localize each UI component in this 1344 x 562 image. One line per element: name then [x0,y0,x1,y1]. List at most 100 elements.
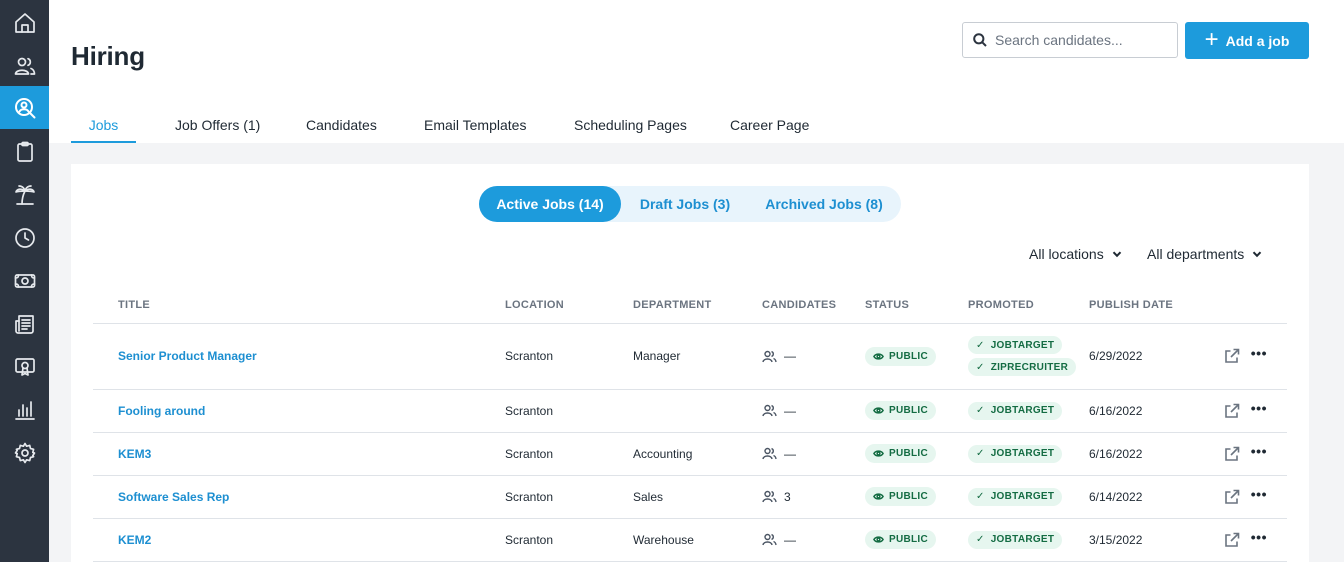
column-header-promoted[interactable]: PROMOTED [968,288,1089,324]
column-header-location[interactable]: LOCATION [505,288,633,324]
table-row[interactable]: KEM2 Scranton Warehouse — PUBLIC ✓ JOBTAR… [93,518,1287,562]
job-status-segmented-control: Active Jobs (14) Draft Jobs (3) Archived… [479,186,901,222]
eye-icon [873,352,884,360]
eye-icon [873,493,884,500]
tab-email-templates[interactable]: Email Templates [424,106,526,143]
sidebar-item-time[interactable] [0,216,49,259]
job-location: Scranton [505,389,633,433]
check-icon: ✓ [976,339,985,351]
external-link-icon[interactable] [1224,403,1240,419]
plus-icon: + [1204,25,1219,53]
check-icon: ✓ [976,361,985,373]
sidebar-item-time-off[interactable] [0,173,49,216]
search-box[interactable] [962,22,1178,58]
promoted-label: JOBTARGET [990,491,1055,502]
tab-job-offers[interactable]: Job Offers (1) [175,106,260,143]
job-title-link[interactable]: Fooling around [118,404,205,418]
column-header-publish-date[interactable]: PUBLISH DATE [1089,288,1201,324]
eye-icon [873,536,884,543]
publish-date: 6/29/2022 [1089,323,1201,390]
status-badge: PUBLIC [865,401,937,420]
sidebar-item-home[interactable] [0,1,49,44]
sidebar-item-clipboard[interactable] [0,130,49,173]
status-badge: PUBLIC [865,487,937,506]
chevron-down-icon [1112,251,1121,258]
more-options-icon[interactable]: ••• [1251,401,1267,415]
sidebar-item-performance[interactable] [0,345,49,388]
row-actions: ••• [1201,444,1287,462]
table-row[interactable]: Fooling around Scranton — PUBLIC ✓ JOBTAR… [93,389,1287,433]
people-icon [762,404,777,417]
people-icon [762,490,777,503]
promoted-list: ✓ JOBTARGET ✓ ZIPRECRUITER [968,336,1089,376]
job-department [633,389,762,433]
column-header-candidates[interactable]: CANDIDATES [762,288,865,324]
column-header-status[interactable]: STATUS [865,288,968,324]
table-row[interactable]: KEM3 Scranton Accounting — PUBLIC ✓ JOBTA… [93,432,1287,476]
job-title-link[interactable]: KEM3 [118,447,151,461]
external-link-icon[interactable] [1224,348,1240,364]
more-options-icon[interactable]: ••• [1251,346,1267,360]
column-header-actions [1201,288,1287,324]
sidebar-item-documents[interactable] [0,302,49,345]
chevron-down-icon [1253,251,1262,258]
sidebar-item-settings[interactable] [0,431,49,474]
table-row[interactable]: Senior Product Manager Scranton Manager … [93,323,1287,390]
publish-date: 6/16/2022 [1089,389,1201,433]
status-badge: PUBLIC [865,444,937,463]
job-location: Scranton [505,323,633,390]
candidates-count-value: — [784,403,796,418]
sidebar-item-people[interactable] [0,44,49,87]
more-options-icon[interactable]: ••• [1251,444,1267,458]
candidates-count[interactable]: — [762,349,865,363]
more-options-icon[interactable]: ••• [1251,487,1267,501]
segment-draft-jobs[interactable]: Draft Jobs (3) [621,186,749,222]
sidebar-item-payroll[interactable] [0,259,49,302]
add-job-button[interactable]: + Add a job [1185,22,1309,59]
candidates-count[interactable]: — [762,404,865,418]
eye-icon [873,450,884,457]
job-title-link[interactable]: Software Sales Rep [118,490,229,504]
sidebar-item-hiring[interactable] [0,86,49,129]
candidates-count[interactable]: — [762,447,865,461]
status-label: PUBLIC [889,448,929,459]
departments-filter-label: All departments [1147,246,1245,262]
check-icon: ✓ [976,405,985,416]
promoted-badge: ✓ ZIPRECRUITER [968,358,1077,376]
job-title-link[interactable]: KEM2 [118,533,151,547]
locations-filter[interactable]: All locations [1029,246,1122,262]
table-row[interactable]: Software Sales Rep Scranton Sales 3 PUBL… [93,475,1287,519]
table-header-row: TITLE LOCATION DEPARTMENT CANDIDATES STA… [93,288,1287,324]
candidates-count[interactable]: — [762,533,865,547]
tab-jobs[interactable]: Jobs [71,106,136,143]
job-department: Sales [633,475,762,519]
job-location: Scranton [505,432,633,476]
departments-filter[interactable]: All departments [1147,246,1262,262]
tab-career-page[interactable]: Career Page [730,106,809,143]
tab-candidates[interactable]: Candidates [306,106,377,143]
palm-tree-icon [14,184,35,205]
candidates-count-value: — [784,349,796,363]
column-header-department[interactable]: DEPARTMENT [633,288,762,324]
page-header: Hiring + Add a job Jobs Job Offers (1) C… [49,0,1344,143]
promoted-list: ✓ JOBTARGET [968,530,1089,549]
external-link-icon[interactable] [1224,532,1240,548]
column-header-title[interactable]: TITLE [93,288,505,324]
external-link-icon[interactable] [1224,489,1240,505]
newspaper-icon [14,314,34,334]
promoted-list: ✓ JOBTARGET [968,487,1089,506]
promoted-label: JOBTARGET [990,448,1055,459]
segment-active-jobs[interactable]: Active Jobs (14) [479,186,621,222]
segment-archived-jobs[interactable]: Archived Jobs (8) [749,186,899,222]
status-badge: PUBLIC [865,346,937,366]
candidates-count[interactable]: 3 [762,490,865,504]
sidebar-item-reports[interactable] [0,388,49,431]
promoted-label: JOBTARGET [990,534,1055,545]
more-options-icon[interactable]: ••• [1251,530,1267,544]
search-input[interactable] [995,32,1165,48]
tab-scheduling-pages[interactable]: Scheduling Pages [574,106,687,143]
hiring-search-icon [14,97,35,118]
jobs-card: Active Jobs (14) Draft Jobs (3) Archived… [71,164,1309,562]
job-title-link[interactable]: Senior Product Manager [118,349,257,363]
external-link-icon[interactable] [1224,446,1240,462]
